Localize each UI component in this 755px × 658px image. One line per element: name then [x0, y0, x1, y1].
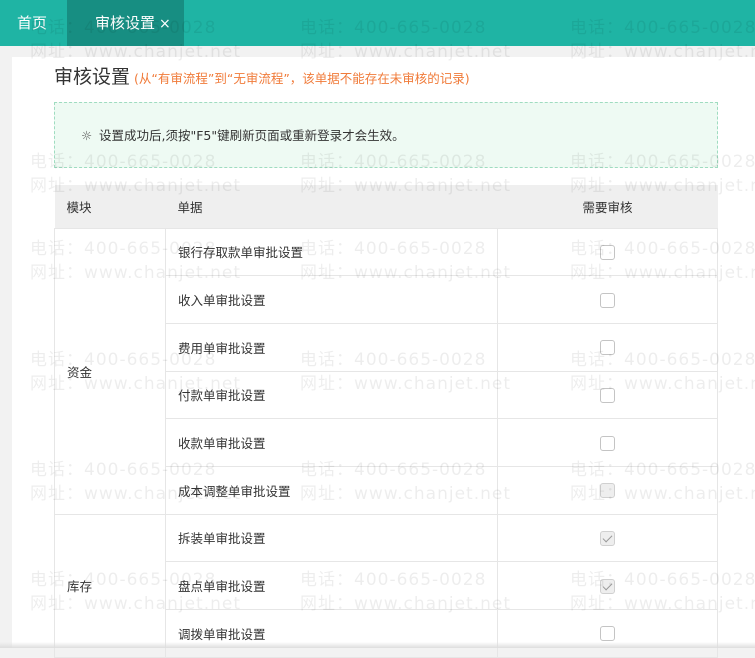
- need-audit-checkbox[interactable]: [600, 340, 615, 356]
- notice-box: ☼ 设置成功后,须按"F5"键刷新页面或重新登录才会生效。: [54, 102, 718, 168]
- document-cell: 拆装单审批设置: [165, 513, 498, 563]
- module-cell: 资金: [54, 227, 166, 515]
- need-audit-checkbox: [600, 483, 615, 499]
- audit-table: 模块 单据 需要审核 资金 银行存取款单审批设置 收入单审批设置 费用单审批设置 付款单…: [54, 185, 718, 658]
- title-text: 审核设置: [54, 66, 131, 88]
- document-cell: 盘点单审批设置: [165, 561, 498, 610]
- tab-label: 审核设置: [95, 14, 156, 32]
- need-audit-checkbox[interactable]: [600, 244, 615, 260]
- need-audit-checkbox[interactable]: [600, 292, 615, 308]
- document-cell: 收入单审批设置: [165, 275, 498, 324]
- tab-audit-settings[interactable]: 审核设置 ×: [67, 0, 184, 46]
- table-row: 库存 拆装单审批设置: [54, 513, 718, 658]
- need-audit-checkbox[interactable]: [600, 435, 615, 451]
- lightbulb-icon: ☼: [81, 128, 93, 143]
- document-cell: 收款单审批设置: [165, 418, 498, 467]
- document-cell: 付款单审批设置: [165, 370, 498, 420]
- document-cell: 费用单审批设置: [165, 322, 498, 372]
- bottom-shadow: [0, 642, 755, 648]
- need-audit-cell: [497, 322, 718, 372]
- close-icon[interactable]: ×: [159, 16, 171, 32]
- need-audit-cell: [497, 275, 718, 324]
- document-cell: 成本调整单审批设置: [165, 465, 498, 515]
- need-audit-cell: [497, 465, 718, 515]
- need-audit-checkbox[interactable]: [600, 626, 615, 642]
- tab-bar: 首页 审核设置 ×: [0, 0, 755, 46]
- tab-home[interactable]: 首页: [17, 0, 47, 46]
- need-audit-checkbox: [600, 578, 615, 594]
- need-audit-cell: [497, 513, 718, 563]
- table-row: 资金 银行存取款单审批设置: [54, 227, 718, 515]
- module-cell: 库存: [54, 513, 166, 658]
- need-audit-cell: [497, 227, 718, 277]
- need-audit-checkbox[interactable]: [600, 387, 615, 403]
- need-audit-checkbox: [600, 530, 615, 546]
- need-audit-cell: [497, 609, 718, 658]
- header-need-audit: 需要审核: [497, 185, 718, 228]
- title-note: (从“有审流程”到“无审流程”，该单据不能存在未审核的记录): [134, 71, 470, 86]
- header-module: 模块: [54, 185, 166, 228]
- document-cell: 调拨单审批设置: [165, 609, 498, 658]
- need-audit-cell: [497, 370, 718, 420]
- need-audit-cell: [497, 418, 718, 467]
- page-title: 审核设置 (从“有审流程”到“无审流程”，该单据不能存在未审核的记录): [54, 62, 470, 89]
- notice-text: 设置成功后,须按"F5"键刷新页面或重新登录才会生效。: [99, 128, 405, 143]
- need-audit-cell: [497, 561, 718, 610]
- header-document: 单据: [165, 185, 498, 228]
- document-cell: 银行存取款单审批设置: [165, 227, 498, 277]
